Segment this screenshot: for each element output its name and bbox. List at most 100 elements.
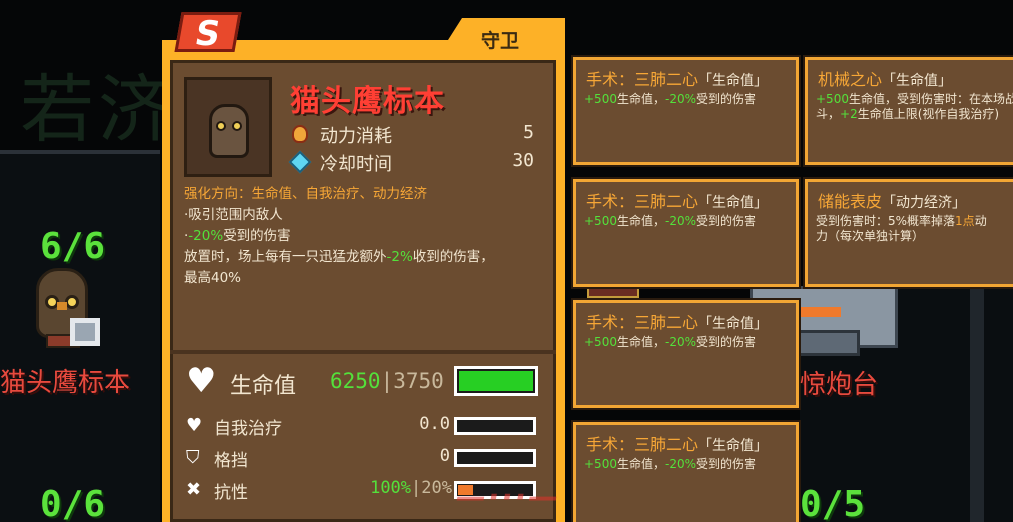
upgrade-header: 手术：三肺二心「生命值」 (586, 431, 768, 455)
enhance-value: 生命值、自我治疗、动力经济 (251, 186, 428, 202)
enhance-direction: 强化方向：生命值、自我治疗、动力经济 (184, 184, 544, 205)
flame-icon (292, 125, 308, 143)
upgrade-card-6[interactable]: 手术：三肺二心「生命值」 +500生命值，-20%受到的伤害 (573, 422, 799, 522)
upgrade-text: 受到的伤害 (696, 214, 757, 228)
upgrade-desc: +500生命值，-20%受到的伤害 (584, 457, 789, 472)
stat-power-cost: 动力消耗 5 (292, 122, 542, 147)
self-heal-value: 0.0 (419, 414, 450, 434)
upgrade-desc: +500生命值，受到伤害时：在本场战斗，+2生命值上限(视作自我治疗) (816, 92, 1013, 122)
stat-label: 动力消耗 (320, 126, 392, 147)
upgrade-card-4[interactable]: 储能表皮「动力经济」 受到伤害时：5%概率掉落1点动力（每次单独计算） (805, 179, 1013, 287)
unit-role: 守卫 (480, 30, 519, 52)
resist-value-b: 20% (421, 478, 452, 498)
owl-unit-sprite[interactable] (24, 262, 100, 354)
upgrade-text: 生命值， (616, 214, 665, 228)
upgrade-card-5[interactable]: 手术：三肺二心「生命值」 +500生命值，-20%受到的伤害 (573, 300, 799, 408)
upgrade-title: 储能表皮 (818, 192, 883, 211)
upgrade-text: 受到的伤害 (696, 335, 757, 349)
owl-portrait-icon (209, 104, 249, 158)
block-value: 0 (439, 446, 450, 466)
upgrade-num: +500 (584, 335, 617, 349)
unit-title: 猫头鹰标本 (290, 84, 445, 119)
upgrade-num: -20% (664, 214, 696, 228)
upgrade-card-1[interactable]: 手术：三肺二心「生命值」 +500生命值，-20%受到的伤害 (573, 57, 799, 165)
scroll-rail (970, 286, 984, 522)
life-bar (454, 366, 538, 396)
stat-value: 30 (512, 150, 534, 171)
upgrade-card-3[interactable]: 手术：三肺二心「生命值」 +500生命值，-20%受到的伤害 (573, 179, 799, 287)
upgrade-header: 机械之心「生命值」 (818, 66, 952, 90)
self-heal-row: ♥ 自我治疗 0.0 (186, 414, 546, 439)
upgrade-title: 手术：三肺二心 (586, 313, 699, 332)
unit-portrait (184, 77, 272, 177)
owl-eye-left (216, 121, 226, 131)
block-label: 格挡 (214, 451, 248, 471)
upgrade-num: 1点 (955, 214, 975, 228)
ability-line-1: ·吸引范围内敌人 (184, 207, 283, 223)
upgrade-num: -20% (664, 92, 696, 106)
upgrade-tag: 「生命值」 (698, 73, 769, 89)
resist-values: 100%|20% (370, 478, 452, 498)
upgrade-tag: 「动力经济」 (882, 195, 967, 211)
upgrade-title: 手术：三肺二心 (586, 192, 699, 211)
upgrade-desc: +500生命值，-20%受到的伤害 (584, 214, 789, 229)
stat-cooldown: 冷却时间 30 (288, 150, 542, 175)
chest-sprite (587, 286, 639, 298)
upgrade-text: 力（每次单独计算） (816, 229, 925, 243)
resist-label: 抗性 (214, 483, 248, 503)
tier-badge: S (174, 12, 242, 54)
upgrade-text: 生命值， (616, 335, 665, 349)
upgrade-num: +500 (584, 214, 617, 228)
upgrade-text: 受到伤害时：5%概率掉落 (816, 214, 956, 228)
life-base: 3750 (393, 369, 444, 393)
turret-base (792, 330, 860, 356)
upgrade-num: +500 (584, 92, 617, 106)
upgrade-header: 手术：三肺二心「生命值」 (586, 309, 768, 333)
upgrade-tag: 「生命值」 (882, 73, 953, 89)
shield-icon: ⛉ (186, 447, 200, 468)
left-unit-name: 猫头鹰标本 (0, 368, 131, 398)
upgrade-desc: +500生命值，-20%受到的伤害 (584, 335, 789, 350)
deploy-value: -2% (386, 249, 413, 265)
enhance-label: 强化方向： (184, 186, 252, 202)
upgrade-text: 动 (974, 214, 987, 228)
upgrade-num: +2 (840, 107, 858, 121)
upgrade-text: 生命值上限(视作自我治疗) (857, 107, 1000, 121)
upgrade-title: 手术：三肺二心 (586, 435, 699, 454)
life-values: 6250|3750 (330, 369, 444, 393)
watermark: —···— (456, 480, 561, 515)
resist-value-a: 100% (370, 478, 412, 498)
upgrade-card-2[interactable]: 机械之心「生命值」 +500生命值，受到伤害时：在本场战斗，+2生命值上限(视作… (805, 57, 1013, 165)
upgrade-num: -20% (664, 335, 696, 349)
right-unit-name: 惊炮台 (800, 370, 879, 400)
upgrade-title: 手术：三肺二心 (586, 70, 699, 89)
owl-beak (57, 302, 67, 310)
upgrade-text: 生命值， (616, 457, 665, 471)
stat-label: 冷却时间 (320, 154, 392, 175)
heart-plus-icon: ♥ (186, 415, 203, 436)
block-bar (454, 449, 536, 467)
life-stat-row: ♥ 生命值 6250|3750 (186, 364, 546, 400)
ability-line-2: ·-20%受到的伤害 (184, 226, 544, 247)
upgrade-header: 储能表皮「动力经济」 (818, 188, 966, 212)
stat-value: 5 (523, 122, 534, 143)
resist-sep: | (411, 478, 422, 498)
upgrade-title: 机械之心 (818, 70, 883, 89)
block-row: ⛉ 格挡 0 (186, 446, 546, 471)
card-divider (170, 350, 556, 354)
unit-count-right: 0/5 (800, 484, 866, 522)
deploy-text-a: 放置时，场上每有一只迅猛龙额外 (184, 249, 387, 265)
upgrade-desc: 受到伤害时：5%概率掉落1点动力（每次单独计算） (816, 214, 1013, 244)
upgrade-text: 生命值， (616, 92, 665, 106)
upgrade-num: +500 (816, 92, 849, 106)
damage-reduction-value: -20% (188, 228, 224, 244)
background-text: 若济 (20, 67, 176, 153)
upgrade-desc: +500生命值，-20%受到的伤害 (584, 92, 789, 107)
life-current: 6250 (330, 369, 381, 393)
life-label: 生命值 (230, 374, 297, 399)
upgrade-num: +500 (584, 457, 617, 471)
life-sep: | (380, 369, 394, 393)
upgrade-num: -20% (664, 457, 696, 471)
deploy-effect-line: 放置时，场上每有一只迅猛龙额外-2%收到的伤害， (184, 247, 544, 268)
upgrade-tag: 「生命值」 (698, 438, 769, 454)
